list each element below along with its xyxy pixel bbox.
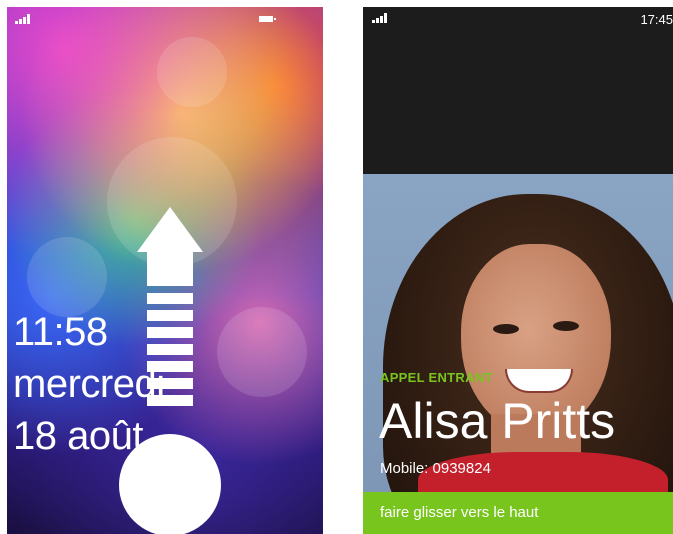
- status-bar: 17:45: [363, 7, 673, 31]
- bokeh-light: [157, 37, 227, 107]
- slide-to-answer-label: faire glisser vers le haut: [380, 504, 539, 521]
- signal-strength-icon: [15, 14, 30, 24]
- caller-number: Mobile: 0939824: [380, 460, 491, 477]
- battery-icon: [259, 16, 276, 22]
- incoming-call-label: APPEL ENTRANT: [380, 370, 493, 385]
- bokeh-light: [217, 307, 307, 397]
- caller-name: Alisa Pritts: [379, 393, 616, 449]
- incoming-call-screen: 17:45 APPEL ENTRANT Alisa Pritts Mobile:…: [363, 7, 673, 534]
- lock-day: mercredi: [13, 362, 165, 406]
- lock-screen: 11:58 mercredi 18 août: [7, 7, 323, 534]
- unlock-slide-handle[interactable]: [119, 434, 221, 534]
- lock-time: 11:58: [13, 310, 108, 354]
- status-clock: 17:45: [640, 12, 673, 27]
- lock-date: 18 août: [13, 414, 143, 458]
- bokeh-light: [27, 237, 107, 317]
- status-bar: [7, 7, 323, 31]
- signal-strength-icon: [372, 13, 387, 23]
- slide-to-answer-bar[interactable]: faire glisser vers le haut: [363, 492, 673, 534]
